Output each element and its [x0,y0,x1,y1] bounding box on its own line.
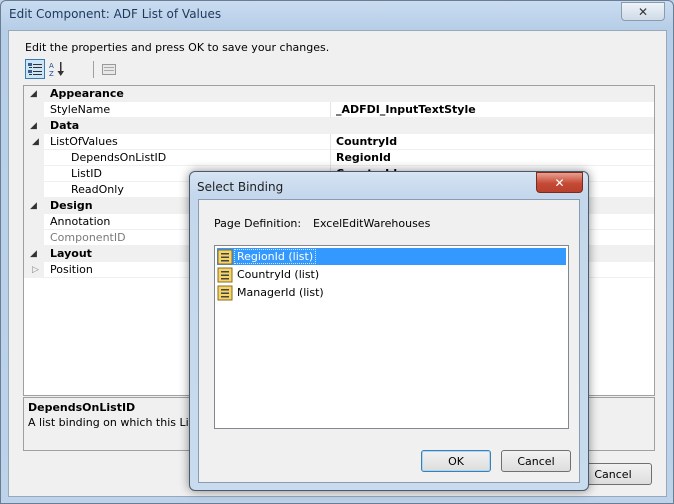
list-binding-icon [217,285,233,300]
row-gutter [24,166,44,182]
column-divider [330,150,331,166]
list-binding-icon [217,267,233,282]
binding-list[interactable]: RegionId (list) CountryId (list) Manager… [214,245,569,429]
description-title: DependsOnListID [28,401,136,414]
close-icon: ✕ [637,4,649,19]
collapse-triangle-icon[interactable]: ◢ [30,198,37,214]
property-name: ListID [71,167,102,180]
property-name: Position [50,263,93,276]
toolbar-separator [93,61,94,78]
property-name: ReadOnly [71,183,124,196]
property-value[interactable]: _ADFDI_InputTextStyle [336,102,476,118]
collapse-triangle-icon[interactable]: ◢ [30,118,37,134]
select-binding-dialog: Select Binding ✕ Page Definition: ExcelE… [189,171,589,491]
property-name: Annotation [50,215,111,228]
page-definition-label: Page Definition: [214,217,302,230]
instructions-text: Edit the properties and press OK to save… [25,41,330,54]
list-binding-icon [217,249,233,264]
property-pages-icon [102,64,116,75]
row-gutter [24,150,44,166]
dialog-client-area: Page Definition: ExcelEditWarehouses Reg… [198,199,580,483]
list-item[interactable]: ManagerId (list) [217,284,566,301]
property-row-dependsonlistid[interactable]: DependsOnListID RegionId [24,150,654,166]
expand-triangle-icon[interactable]: ▷ [32,262,39,278]
alphabetical-sort-icon: A Z [49,62,64,77]
row-gutter [24,230,44,246]
list-item-label: RegionId (list) [233,249,317,264]
alphabetical-sort-button[interactable]: A Z [47,59,67,79]
page-definition-value: ExcelEditWarehouses [313,217,431,230]
property-row-stylename[interactable]: StyleName _ADFDI_InputTextStyle [24,102,654,118]
list-item[interactable]: RegionId (list) [217,248,566,265]
window-title: Edit Component: ADF List of Values [9,7,222,21]
row-gutter [24,182,44,198]
cancel-button[interactable]: Cancel [501,450,571,472]
row-gutter [24,102,44,118]
collapse-triangle-icon[interactable]: ◢ [30,86,37,102]
dialog-title: Select Binding [197,180,284,194]
property-name: ComponentID [50,231,126,244]
property-toolbar: A Z [25,59,665,81]
property-row-listofvalues[interactable]: ◢ ListOfValues CountryId [24,134,654,150]
column-divider [330,134,331,150]
collapse-triangle-icon[interactable]: ◢ [30,246,37,262]
category-label: Layout [50,247,92,260]
category-appearance[interactable]: ◢ Appearance [24,86,654,102]
category-data[interactable]: ◢ Data [24,118,654,134]
category-label: Data [50,119,80,132]
ok-button[interactable]: OK [421,450,491,472]
column-divider [330,102,331,118]
list-item-label: ManagerId (list) [237,286,324,299]
categorized-view-button[interactable] [25,59,45,79]
categorized-view-icon [28,63,42,75]
property-name: ListOfValues [50,135,118,148]
collapse-triangle-icon[interactable]: ◢ [32,134,39,150]
property-pages-button[interactable] [99,59,119,79]
category-label: Design [50,199,93,212]
list-item[interactable]: CountryId (list) [217,266,566,283]
dialog-close-button[interactable]: ✕ [536,172,583,193]
category-label: Appearance [50,87,124,100]
property-value[interactable]: CountryId [336,134,397,150]
list-item-label: CountryId (list) [237,268,320,281]
property-name: StyleName [50,103,111,116]
svg-text:Z: Z [49,70,54,77]
svg-text:A: A [49,62,54,70]
property-name: DependsOnListID [71,151,167,164]
row-gutter [24,214,44,230]
close-icon: ✕ [554,175,565,190]
window-close-button[interactable]: ✕ [621,2,665,21]
property-value[interactable]: RegionId [336,150,391,166]
